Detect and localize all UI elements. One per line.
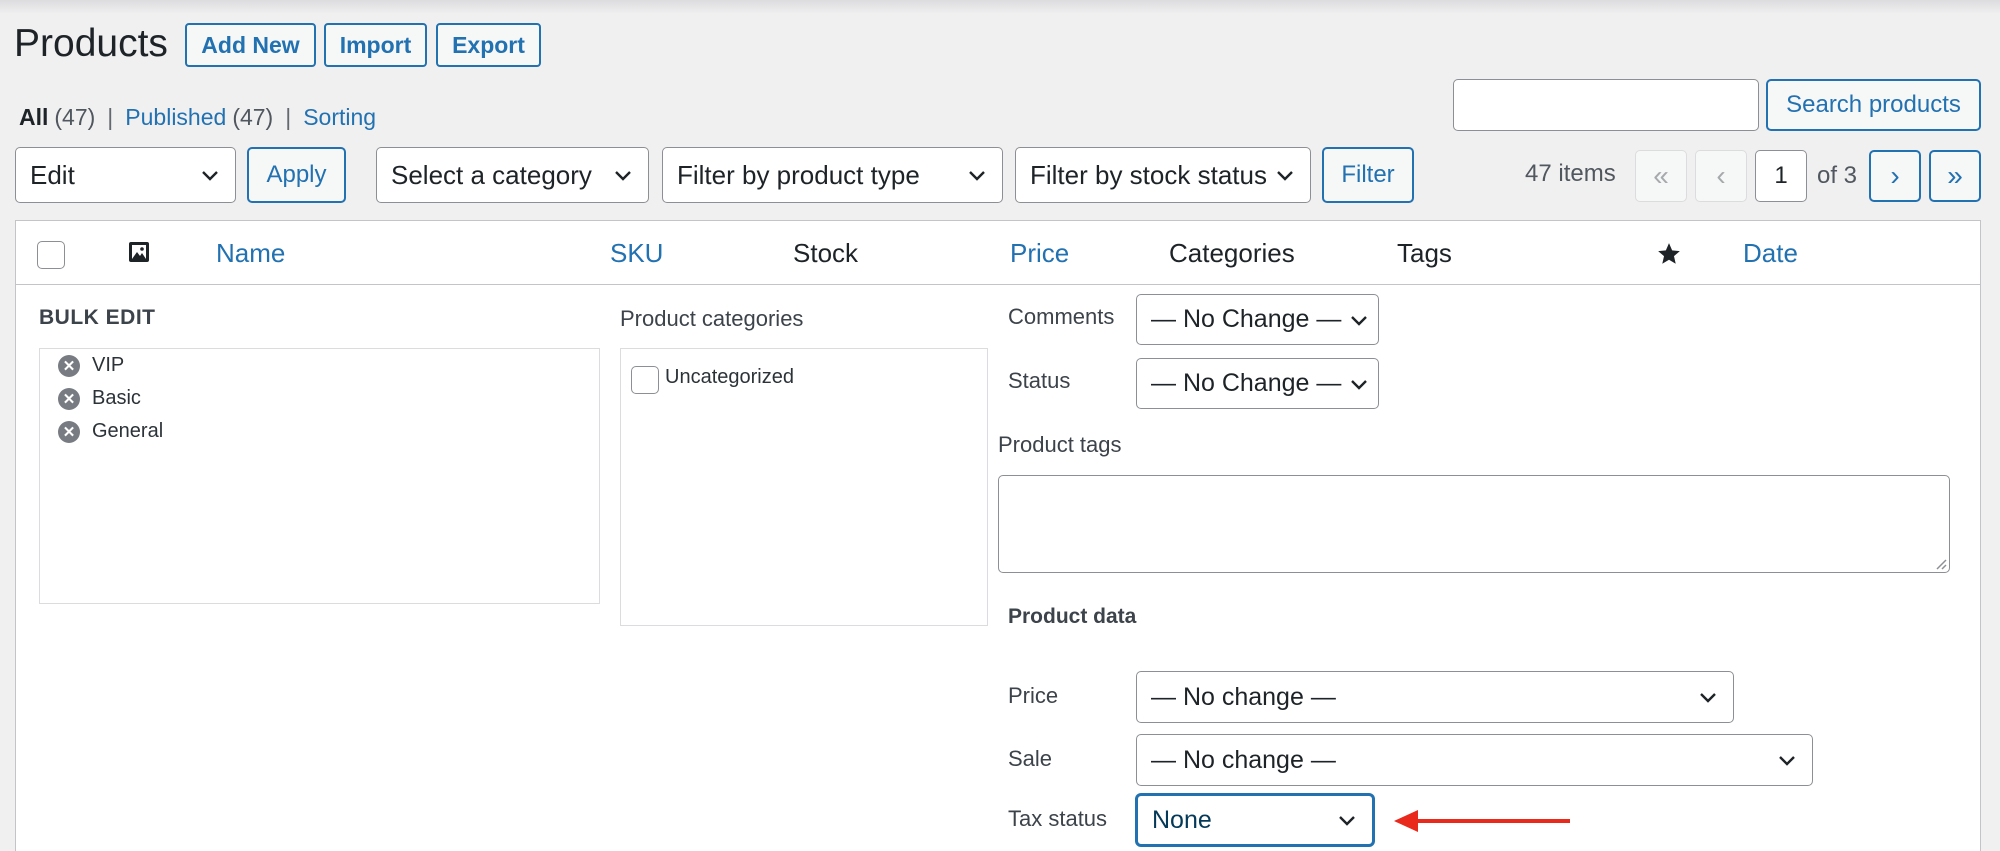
chevron-down-icon xyxy=(612,164,634,186)
chevron-down-icon xyxy=(966,164,988,186)
tax-status-label: Tax status xyxy=(1008,806,1108,831)
price-value: — No change — xyxy=(1151,682,1336,711)
product-type-filter-value: Filter by product type xyxy=(677,159,920,190)
status-filter-links: All (47) | Published (47) | Sorting xyxy=(19,102,376,132)
chevron-down-icon xyxy=(1348,309,1370,331)
remove-item-icon[interactable]: ✕ xyxy=(58,420,80,443)
import-button[interactable]: Import xyxy=(324,23,427,67)
resize-handle-icon[interactable] xyxy=(1933,556,1947,570)
current-page-input[interactable]: 1 xyxy=(1755,150,1807,202)
price-label: Price xyxy=(1008,683,1059,708)
apply-button[interactable]: Apply xyxy=(247,147,346,203)
select-all-checkbox[interactable] xyxy=(37,241,65,269)
product-type-filter-select[interactable]: Filter by product type xyxy=(662,147,1003,203)
export-button[interactable]: Export xyxy=(436,23,541,67)
separator: | xyxy=(285,103,292,130)
category-filter-select[interactable]: Select a category xyxy=(376,147,649,203)
tax-status-select[interactable]: None xyxy=(1136,794,1374,846)
remove-item-icon[interactable]: ✕ xyxy=(58,387,80,410)
comments-select[interactable]: — No Change — xyxy=(1136,294,1379,345)
uncategorized-checkbox[interactable] xyxy=(631,366,659,394)
column-date[interactable]: Date xyxy=(1743,221,1798,285)
column-sku[interactable]: SKU xyxy=(610,221,663,285)
search-input[interactable] xyxy=(1453,79,1759,131)
top-shadow xyxy=(0,0,2000,14)
products-table: Name SKU Stock Price Categories Tags Dat… xyxy=(15,220,1981,851)
product-categories-label: Product categories xyxy=(620,306,804,331)
remove-item-icon[interactable]: ✕ xyxy=(58,354,80,377)
featured-star-icon[interactable] xyxy=(1656,241,1682,267)
product-tags-textarea[interactable] xyxy=(998,475,1950,573)
list-item: ✕ VIP xyxy=(58,354,124,377)
items-count: 47 items xyxy=(1525,160,1616,187)
image-icon xyxy=(127,240,151,264)
sale-label: Sale xyxy=(1008,746,1053,771)
filter-all-link[interactable]: All xyxy=(19,104,48,131)
bulk-edit-items-list: ✕ VIP ✕ Basic ✕ General xyxy=(39,348,600,604)
column-tags: Tags xyxy=(1397,237,1452,268)
separator: | xyxy=(107,103,114,130)
chevron-down-icon xyxy=(1697,686,1719,708)
chevron-down-icon xyxy=(1336,809,1358,831)
chevron-down-icon xyxy=(1274,164,1296,186)
sale-select[interactable]: — No change — xyxy=(1136,734,1813,786)
list-item: ✕ General xyxy=(58,420,163,443)
chevron-down-icon xyxy=(1776,749,1798,771)
filter-published-link[interactable]: Published xyxy=(125,104,226,131)
item-label: General xyxy=(92,420,164,442)
last-page-button[interactable]: » xyxy=(1929,150,1981,202)
page-title: Products xyxy=(14,22,168,65)
annotation-arrow-icon xyxy=(1394,810,1570,832)
sorting-link[interactable]: Sorting xyxy=(303,104,376,131)
status-label: Status xyxy=(1008,368,1071,393)
bulk-actions-select[interactable]: Edit xyxy=(15,147,236,203)
column-price[interactable]: Price xyxy=(1010,221,1069,285)
item-label: VIP xyxy=(92,354,125,376)
filter-published-count: (47) xyxy=(232,103,274,130)
list-item: ✕ Basic xyxy=(58,387,141,410)
previous-page-button[interactable]: ‹ xyxy=(1695,150,1747,202)
product-data-heading: Product data xyxy=(1008,605,1137,628)
search-products-button[interactable]: Search products xyxy=(1766,79,1981,131)
category-filter-value: Select a category xyxy=(391,159,592,190)
chevron-down-icon xyxy=(199,164,221,186)
filter-button[interactable]: Filter xyxy=(1322,147,1414,203)
product-tags-label: Product tags xyxy=(998,432,1122,457)
bulk-edit-title: BULK EDIT xyxy=(39,306,156,329)
status-select[interactable]: — No Change — xyxy=(1136,358,1379,409)
comments-label: Comments xyxy=(1008,304,1115,329)
table-header: Name SKU Stock Price Categories Tags Dat… xyxy=(16,221,1980,285)
stock-status-filter-value: Filter by stock status xyxy=(1030,159,1267,190)
filter-all-count: (47) xyxy=(54,103,96,130)
status-value: — No Change — xyxy=(1151,369,1342,397)
comments-value: — No Change — xyxy=(1151,305,1342,333)
first-page-button[interactable]: « xyxy=(1635,150,1687,202)
add-new-button[interactable]: Add New xyxy=(185,23,316,67)
total-pages: of 3 xyxy=(1817,162,1858,189)
sale-value: — No change — xyxy=(1151,745,1336,774)
column-stock: Stock xyxy=(793,237,859,268)
product-categories-box: Uncategorized xyxy=(620,348,988,626)
uncategorized-label: Uncategorized xyxy=(665,366,794,388)
stock-status-filter-select[interactable]: Filter by stock status xyxy=(1015,147,1311,203)
column-categories: Categories xyxy=(1169,237,1295,268)
next-page-button[interactable]: › xyxy=(1869,150,1921,202)
item-label: Basic xyxy=(92,387,141,409)
price-select[interactable]: — No change — xyxy=(1136,671,1734,723)
bulk-actions-value: Edit xyxy=(30,159,75,190)
chevron-down-icon xyxy=(1348,373,1370,395)
tax-status-value: None xyxy=(1152,805,1212,834)
column-name[interactable]: Name xyxy=(216,221,285,285)
